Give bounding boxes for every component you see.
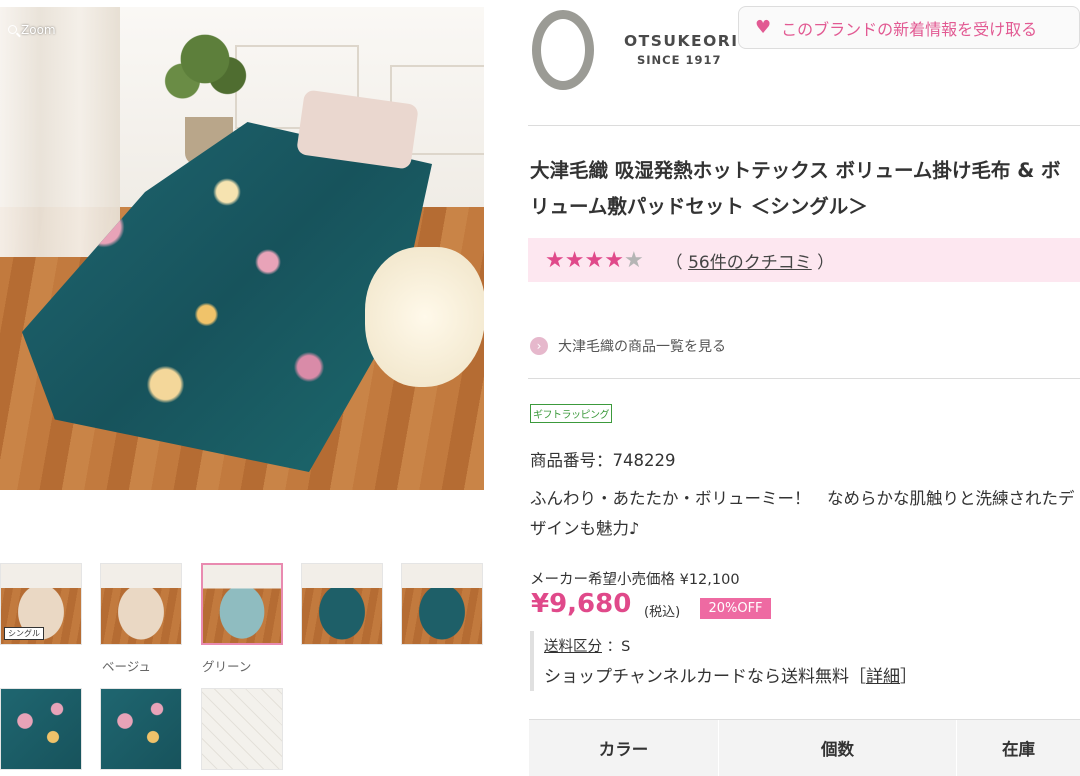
star-icon-filled: ★ [584, 247, 605, 273]
maker-price: メーカー希望小売価格 ¥12,100 [530, 572, 740, 588]
tax-note: (税込) [644, 605, 681, 620]
sale-price: ¥9,680 [531, 589, 632, 619]
thumbnail-2-beige[interactable] [100, 563, 182, 645]
zoom-label: Zoom [21, 23, 56, 37]
heart-icon: ♥ [755, 17, 772, 38]
free-shipping-bracket: ］ [899, 667, 917, 687]
thumbnail-1[interactable]: シングル [0, 563, 82, 645]
follow-brand-label: このブランドの新着情報を受け取る [781, 19, 1038, 39]
product-description: ふんわり・あたたか・ボリューミー！ なめらかな肌触りと洗練されたデザインも魅力♪ [530, 489, 1075, 538]
star-icon-empty: ★ [623, 247, 644, 273]
star-rating: ★★★★★ [545, 248, 644, 273]
free-shipping-note: ショップチャンネルカードなら送料無料［詳細］ [544, 662, 917, 687]
shipping-class-value: ：S [606, 639, 631, 655]
column-header-color: カラー [529, 720, 719, 776]
brand-products-link-label: 大津毛織の商品一覧を見る [558, 339, 726, 355]
free-shipping-text: ショップチャンネルカードなら送料無料［ [544, 667, 866, 687]
shipping-accent-bar [530, 631, 534, 691]
chevron-right-icon: › [530, 337, 548, 355]
review-paren-close: ） [817, 252, 835, 273]
brand-logo[interactable] [528, 6, 610, 94]
column-header-quantity: 個数 [719, 720, 957, 776]
follow-brand-button[interactable]: ♥ このブランドの新着情報を受け取る [738, 6, 1080, 49]
thumbnail-5[interactable] [401, 563, 483, 645]
thumbnail-4[interactable] [301, 563, 383, 645]
star-icon-filled: ★ [545, 247, 565, 273]
product-number: 商品番号：748229 [530, 451, 676, 470]
free-shipping-details-link[interactable]: 詳細 [866, 667, 900, 687]
photo-fur-rug [365, 247, 484, 387]
thumbnail-caption-green: グリーン [202, 659, 252, 674]
reviews-link[interactable]: 56件のクチコミ [688, 253, 812, 273]
divider [528, 125, 1080, 126]
photo-plant [160, 15, 250, 125]
photo-curtain [0, 7, 120, 257]
discount-badge: 20%OFF [700, 598, 771, 619]
thumbnail-8[interactable] [201, 688, 283, 770]
zoom-control[interactable]: Zoom [8, 23, 56, 37]
star-icon-filled: ★ [604, 247, 624, 273]
gift-wrapping-badge: ギフトラッピング [530, 404, 612, 423]
divider [528, 378, 1080, 379]
review-paren-open: （ [665, 252, 683, 273]
thumbnail-3-green[interactable] [201, 563, 283, 645]
options-table-header: カラー 個数 在庫 [529, 719, 1080, 776]
product-title: 大津毛織 吸湿発熱ホットテックス ボリューム掛け毛布 & ボリューム敷パッドセッ… [530, 159, 1061, 218]
brand-products-link[interactable]: › 大津毛織の商品一覧を見る [530, 336, 726, 356]
brand-since: SINCE 1917 [637, 53, 722, 67]
brand-logo-o-mark [532, 10, 594, 90]
thumbnail-size-tag: シングル [4, 627, 44, 640]
thumbnail-6[interactable] [0, 688, 82, 770]
thumbnail-caption-beige: ベージュ [102, 659, 151, 674]
review-count: （ 56件のクチコミ ） [666, 248, 834, 273]
magnifier-icon [8, 25, 17, 34]
star-icon-filled: ★ [564, 247, 585, 273]
brand-name: OTSUKEORI [624, 32, 739, 50]
column-header-stock: 在庫 [957, 720, 1080, 776]
main-product-image[interactable]: Zoom [0, 7, 484, 490]
shipping-class-link[interactable]: 送料区分 [544, 639, 602, 655]
thumbnail-7[interactable] [100, 688, 182, 770]
rating-bar: ★★★★★ （ 56件のクチコミ ） [528, 238, 1080, 282]
shipping-class: 送料区分 ：S [544, 635, 630, 656]
